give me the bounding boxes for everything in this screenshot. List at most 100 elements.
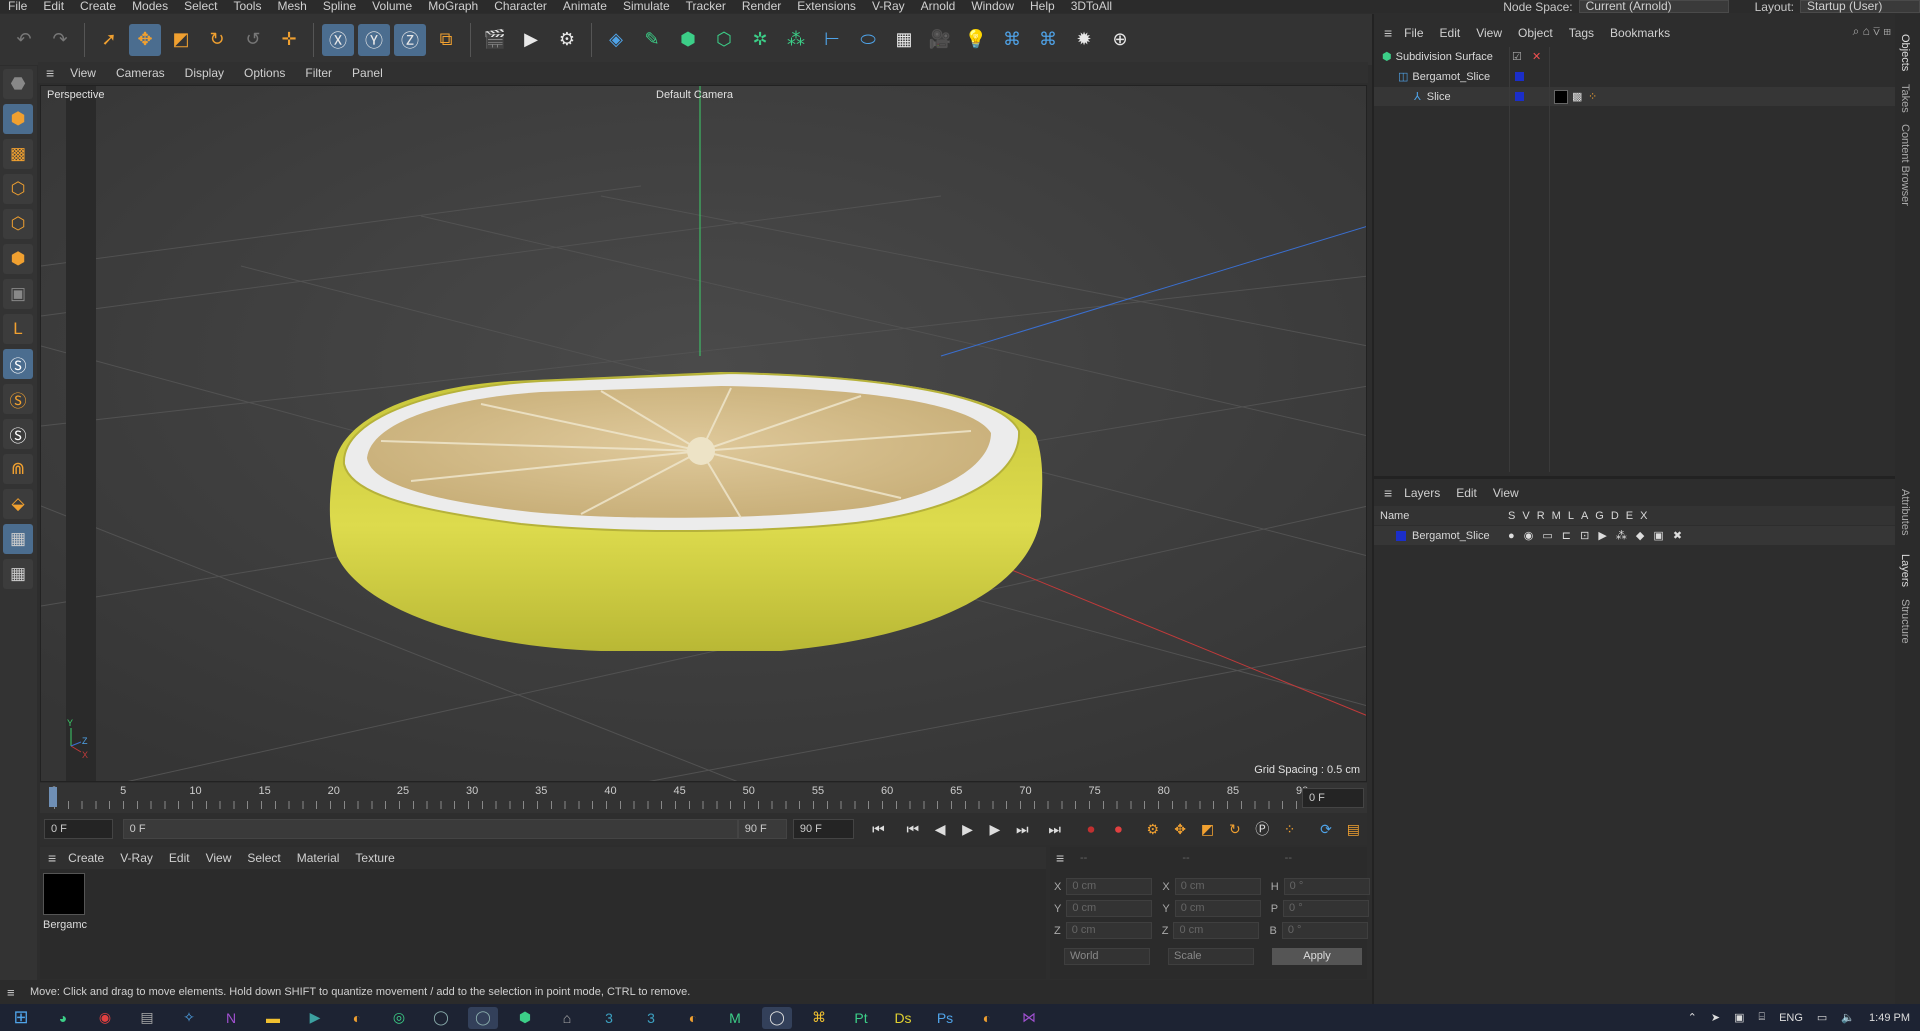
camera-label[interactable]: Default Camera bbox=[656, 89, 733, 101]
hamburger-icon[interactable]: ≡ bbox=[1384, 485, 1396, 501]
z-axis-lock-icon[interactable]: Ⓩ bbox=[394, 23, 426, 56]
clock[interactable]: 1:49 PM bbox=[1869, 1012, 1910, 1024]
pos-z-field[interactable]: 0 cm bbox=[1065, 922, 1152, 939]
file-explorer-icon[interactable]: ▬ bbox=[258, 1007, 288, 1029]
chrome-icon[interactable]: ◉ bbox=[90, 1007, 120, 1029]
timeline-ruler[interactable]: 051015202530354045505560657075808590 0 F bbox=[40, 783, 1367, 813]
object-manager-tools[interactable]: ⌕ ⌂ ⊽ ⊞ bbox=[1853, 24, 1891, 39]
cube-icon[interactable]: ◈ bbox=[600, 24, 632, 56]
y-axis-lock-icon[interactable]: Ⓨ bbox=[358, 23, 390, 56]
menu-create[interactable]: Create bbox=[72, 0, 124, 13]
layer-flag-header[interactable]: S bbox=[1508, 510, 1515, 522]
planar-workplane-icon[interactable]: ▦ bbox=[3, 559, 33, 589]
node-space-dropdown[interactable]: Current (Arnold) bbox=[1578, 0, 1729, 13]
key-pla-icon[interactable]: ⁘ bbox=[1277, 817, 1302, 841]
playhead[interactable] bbox=[49, 787, 57, 807]
painter-icon[interactable]: Pt bbox=[846, 1007, 876, 1029]
cinema4d-icon[interactable]: ◯ bbox=[468, 1006, 498, 1029]
material-menu-create[interactable]: Create bbox=[60, 851, 112, 865]
viewport-menu-options[interactable]: Options bbox=[236, 66, 293, 80]
layer-flag-header[interactable]: E bbox=[1626, 510, 1633, 522]
calculator-icon[interactable]: ▤ bbox=[132, 1007, 162, 1029]
object-row-slice[interactable]: ⅄ Slice ▩ ⁘ bbox=[1374, 87, 1897, 106]
onenote-icon[interactable]: N bbox=[216, 1007, 246, 1029]
uv-tag-icon[interactable]: ▩ bbox=[1572, 90, 1582, 103]
workplane-grid-icon[interactable]: ⬙ bbox=[3, 489, 33, 519]
layer-color-chip[interactable] bbox=[1396, 530, 1406, 541]
key-rotation-icon[interactable]: ↻ bbox=[1222, 817, 1247, 841]
edge-mode-icon[interactable]: ⬡ bbox=[3, 209, 33, 239]
viewport-menu-cameras[interactable]: Cameras bbox=[108, 66, 173, 80]
scale-tool-icon[interactable]: ◩ bbox=[165, 24, 197, 56]
network-icon[interactable]: ⌸ bbox=[1758, 1011, 1765, 1024]
layout-dropdown[interactable]: Startup (User) bbox=[1800, 0, 1920, 13]
menu-mograph[interactable]: MoGraph bbox=[420, 0, 486, 13]
visual-studio-icon[interactable]: ⋈ bbox=[1014, 1007, 1044, 1029]
rot-b-field[interactable]: 0 ° bbox=[1281, 922, 1368, 939]
make-editable-icon[interactable]: ⬣ bbox=[3, 69, 33, 99]
layer-flag-header[interactable]: A bbox=[1581, 510, 1588, 522]
layer-menu-layers[interactable]: Layers bbox=[1396, 486, 1448, 500]
perspective-viewport[interactable]: Y Z X Perspective Default Camera Grid Sp… bbox=[40, 85, 1367, 782]
object-menu-bookmarks[interactable]: Bookmarks bbox=[1602, 26, 1678, 40]
tab-takes[interactable]: Takes bbox=[1899, 84, 1911, 113]
tab-layers[interactable]: Layers bbox=[1899, 554, 1911, 587]
record-icon[interactable]: ⏺ bbox=[1078, 817, 1103, 841]
layer-flag-header[interactable]: V bbox=[1522, 510, 1529, 522]
cinema4d-icon[interactable]: ◯ bbox=[426, 1007, 456, 1029]
snap-icon[interactable]: Ⓢ bbox=[3, 349, 33, 379]
layer-color-chip[interactable] bbox=[1515, 92, 1524, 101]
hamburger-icon[interactable]: ≡ bbox=[1384, 25, 1396, 41]
timeline-window-icon[interactable]: ▤ bbox=[1341, 817, 1366, 841]
pen-spline-icon[interactable]: ✎ bbox=[636, 24, 668, 56]
menu-animate[interactable]: Animate bbox=[555, 0, 615, 13]
floor-icon[interactable]: ▦ bbox=[888, 24, 920, 56]
light-icon[interactable]: 💡 bbox=[960, 24, 992, 56]
locked-workplane-icon[interactable]: ▦ bbox=[3, 524, 33, 554]
app-icon[interactable]: ▶ bbox=[300, 1007, 330, 1029]
menu-extensions[interactable]: Extensions bbox=[789, 0, 864, 13]
app-icon[interactable]: ⌂ bbox=[552, 1007, 582, 1029]
hamburger-icon[interactable]: ≡ bbox=[48, 850, 60, 866]
object-menu-tags[interactable]: Tags bbox=[1561, 26, 1602, 40]
menu-spline[interactable]: Spline bbox=[315, 0, 364, 13]
polygon-mode-icon[interactable]: ⬢ bbox=[3, 244, 33, 274]
arnold-globe-icon[interactable]: ⊕ bbox=[1104, 24, 1136, 56]
display-icon[interactable]: ▭ bbox=[1817, 1011, 1827, 1024]
maya-icon[interactable]: M bbox=[720, 1007, 750, 1029]
menu-file[interactable]: File bbox=[0, 0, 35, 13]
layer-flag-header[interactable]: X bbox=[1640, 510, 1647, 522]
menu-help[interactable]: Help bbox=[1022, 0, 1063, 13]
material-name[interactable]: Bergamc bbox=[43, 919, 87, 931]
python-icon[interactable]: ⌘ bbox=[996, 24, 1028, 56]
tab-objects[interactable]: Objects bbox=[1899, 34, 1911, 71]
layer-row[interactable]: Bergamot_Slice ● ◉ ▭ ⊏ ⊡ ▶ ⁂ ◆ ▣ ✖ bbox=[1374, 526, 1897, 545]
3dsmax-icon[interactable]: 3 bbox=[594, 1007, 624, 1029]
object-row-bergamot[interactable]: ◫ Bergamot_Slice bbox=[1374, 67, 1897, 86]
pos-y-field[interactable]: 0 cm bbox=[1066, 900, 1153, 917]
menu-v-ray[interactable]: V-Ray bbox=[864, 0, 913, 13]
select-tool-icon[interactable]: ➚ bbox=[93, 24, 125, 56]
layer-menu-edit[interactable]: Edit bbox=[1448, 486, 1485, 500]
voronoi-icon[interactable]: ⁂ bbox=[780, 24, 812, 56]
enabled-check-icon[interactable]: ☑ bbox=[1512, 50, 1522, 63]
visibility-dots-icon[interactable]: ✕ bbox=[1532, 50, 1541, 63]
render-view-icon[interactable]: ▶ bbox=[515, 24, 547, 56]
menu-simulate[interactable]: Simulate bbox=[615, 0, 678, 13]
snap-settings-icon[interactable]: Ⓢ bbox=[3, 384, 33, 414]
apply-button[interactable]: Apply bbox=[1272, 948, 1362, 965]
move-tool-icon[interactable]: ✥ bbox=[129, 23, 161, 56]
snap-3d-icon[interactable]: Ⓢ bbox=[3, 419, 33, 449]
blender-icon[interactable]: ◐ bbox=[342, 1007, 372, 1029]
key-position-icon[interactable]: ✥ bbox=[1167, 817, 1192, 841]
3dsmax-icon[interactable]: 3 bbox=[636, 1007, 666, 1029]
key-param-icon[interactable]: Ⓟ bbox=[1250, 817, 1275, 841]
viewport-menu-filter[interactable]: Filter bbox=[297, 66, 340, 80]
texture-mode-icon[interactable]: ▩ bbox=[3, 139, 33, 169]
camera-icon[interactable]: 🎥 bbox=[924, 24, 956, 56]
object-menu-file[interactable]: File bbox=[1396, 26, 1431, 40]
layer-flag-header[interactable]: D bbox=[1611, 510, 1619, 522]
telegram-icon[interactable]: ➤ bbox=[1711, 1011, 1720, 1024]
layer-menu-view[interactable]: View bbox=[1485, 486, 1527, 500]
material-tag-icon[interactable] bbox=[1554, 89, 1568, 104]
